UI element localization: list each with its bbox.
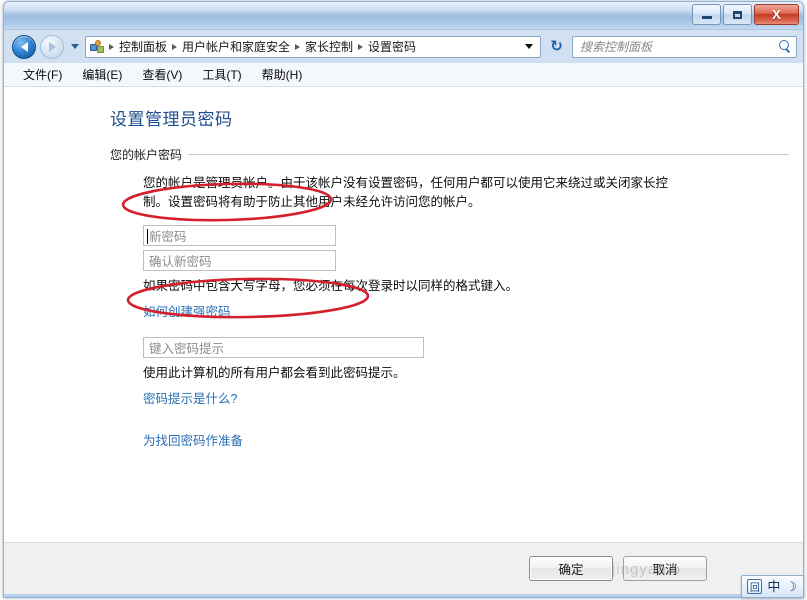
window-titlebar: X: [4, 2, 803, 30]
refresh-icon: ↻: [550, 38, 563, 55]
chevron-down-icon: [70, 44, 79, 49]
content-area: 设置管理员密码 您的帐户密码 您的帐户是管理员帐户。由于该帐户没有设置密码，任何…: [4, 87, 803, 542]
form-body: 您的帐户是管理员帐户。由于该帐户没有设置密码，任何用户都可以使用它来绕过或关闭家…: [143, 174, 783, 450]
caps-lock-note: 如果密码中包含大写字母，您必须在每次登录时以同样的格式键入。: [143, 279, 519, 293]
search-placeholder: 搜索控制面板: [580, 40, 653, 54]
back-arrow-icon: [20, 41, 28, 52]
password-hint-placeholder: 键入密码提示: [149, 342, 225, 356]
password-hint-field[interactable]: 键入密码提示: [143, 337, 424, 358]
minimize-icon: [701, 16, 712, 19]
cancel-button[interactable]: 取消: [623, 556, 707, 581]
menu-item-help[interactable]: 帮助(H): [253, 63, 312, 86]
recent-pages-button[interactable]: [68, 44, 81, 49]
breadcrumb-separator-icon: [358, 43, 364, 50]
search-icon: [779, 40, 792, 53]
confirm-password-field[interactable]: 确认新密码: [143, 250, 336, 271]
confirm-password-placeholder: 确认新密码: [149, 255, 212, 269]
section-divider: [188, 154, 789, 155]
breadcrumb-item-control-panel[interactable]: 控制面板: [116, 37, 170, 57]
menu-item-edit[interactable]: 编辑(E): [73, 63, 131, 86]
close-button[interactable]: X: [754, 4, 799, 25]
breadcrumb-item-parental-controls[interactable]: 家长控制: [302, 37, 356, 57]
breadcrumb-item-set-password[interactable]: 设置密码: [365, 37, 419, 57]
window-controls: X: [692, 4, 799, 25]
minimize-button[interactable]: [692, 4, 721, 25]
forward-arrow-icon: [48, 41, 56, 52]
desktop-background: X 控制面板 用户帐户和家庭安全 家长控制 设置密码 ↻ 搜索控制面板 文件(F…: [0, 0, 807, 600]
forward-button[interactable]: [40, 34, 64, 59]
back-button[interactable]: [12, 34, 36, 59]
ime-moon-icon[interactable]: ☽: [785, 580, 797, 593]
ime-language-bar: 回 中 ☽: [741, 575, 804, 598]
account-description-text: 您的帐户是管理员帐户。由于该帐户没有设置密码，任何用户都可以使用它来绕过或关闭家…: [143, 176, 669, 209]
menu-bar: 文件(F) 编辑(E) 查看(V) 工具(T) 帮助(H): [4, 63, 803, 87]
new-password-field[interactable]: 新密码: [143, 225, 336, 246]
maximize-icon: [733, 10, 742, 19]
maximize-button[interactable]: [723, 4, 752, 25]
address-bar[interactable]: 控制面板 用户帐户和家庭安全 家长控制 设置密码: [85, 35, 541, 58]
search-input[interactable]: 搜索控制面板: [572, 35, 797, 58]
breadcrumb-item-user-accounts[interactable]: 用户帐户和家庭安全: [179, 37, 293, 57]
menu-item-tools[interactable]: 工具(T): [193, 63, 250, 86]
address-dropdown-button[interactable]: [520, 37, 538, 57]
password-recovery-link[interactable]: 为找回密码作准备: [143, 430, 243, 449]
page-title: 设置管理员密码: [110, 110, 233, 129]
chevron-down-icon: [525, 44, 533, 49]
new-password-placeholder: 新密码: [149, 230, 187, 244]
dialog-button-bar: 确定 取消: [4, 542, 803, 594]
breadcrumb-separator-icon: [295, 43, 301, 50]
address-toolbar: 控制面板 用户帐户和家庭安全 家长控制 设置密码 ↻ 搜索控制面板: [4, 30, 803, 63]
password-hint-note: 使用此计算机的所有用户都会看到此密码提示。: [143, 366, 406, 380]
control-panel-icon: [89, 39, 105, 55]
ime-mode-chinese[interactable]: 中: [767, 580, 780, 593]
refresh-button[interactable]: ↻: [545, 35, 568, 58]
menu-item-file[interactable]: 文件(F): [14, 63, 71, 86]
how-to-create-strong-password-link[interactable]: 如何创建强密码: [143, 301, 231, 320]
text-caret: [147, 229, 148, 244]
breadcrumb-separator-icon: [109, 43, 114, 50]
close-icon: X: [772, 7, 781, 22]
breadcrumb-separator-icon: [172, 43, 178, 50]
ok-button[interactable]: 确定: [529, 556, 613, 581]
control-panel-window: X 控制面板 用户帐户和家庭安全 家长控制 设置密码 ↻ 搜索控制面板 文件(F…: [3, 1, 804, 598]
menu-item-view[interactable]: 查看(V): [133, 63, 191, 86]
section-header-label: 您的帐户密码: [110, 148, 183, 162]
what-is-password-hint-link[interactable]: 密码提示是什么?: [143, 388, 237, 407]
ime-input-method-icon[interactable]: 回: [747, 579, 763, 594]
section-header: 您的帐户密码: [110, 146, 789, 163]
